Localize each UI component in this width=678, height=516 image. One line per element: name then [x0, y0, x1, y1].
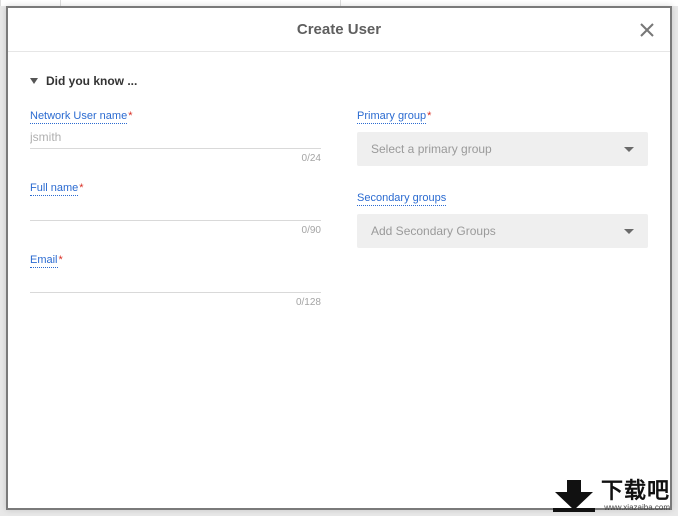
- secondary-groups-select[interactable]: Add Secondary Groups: [357, 214, 648, 248]
- left-column: Network User name* 0/24 Full name* 0/90 …: [30, 106, 321, 322]
- username-input[interactable]: [30, 124, 321, 149]
- label-secondary-groups: Secondary groups: [357, 192, 446, 206]
- did-you-know-toggle[interactable]: Did you know ...: [30, 74, 648, 88]
- username-counter: 0/24: [30, 153, 321, 164]
- create-user-modal: Create User Did you know ... Network Use…: [6, 6, 672, 510]
- chevron-down-icon: [624, 229, 634, 234]
- label-primary-group: Primary group: [357, 110, 426, 124]
- field-secondary-groups: Secondary groups Add Secondary Groups: [357, 188, 648, 248]
- email-counter: 0/128: [30, 297, 321, 308]
- close-button[interactable]: [638, 21, 656, 39]
- chevron-down-icon: [624, 147, 634, 152]
- field-primary-group: Primary group* Select a primary group: [357, 106, 648, 166]
- secondary-groups-placeholder: Add Secondary Groups: [371, 224, 496, 238]
- modal-body: Did you know ... Network User name* 0/24…: [8, 52, 670, 508]
- required-marker: *: [128, 110, 132, 122]
- chevron-down-icon: [30, 78, 38, 84]
- label-email: Email: [30, 254, 58, 268]
- label-fullname: Full name: [30, 182, 78, 196]
- required-marker: *: [427, 110, 431, 122]
- modal-header: Create User: [8, 8, 670, 52]
- required-marker: *: [59, 254, 63, 266]
- close-icon: [640, 23, 654, 37]
- modal-title: Create User: [297, 21, 381, 38]
- right-column: Primary group* Select a primary group Se…: [357, 106, 648, 322]
- fullname-counter: 0/90: [30, 225, 321, 236]
- email-input[interactable]: [30, 268, 321, 293]
- label-username: Network User name: [30, 110, 127, 124]
- did-you-know-label: Did you know ...: [46, 74, 137, 88]
- form-columns: Network User name* 0/24 Full name* 0/90 …: [30, 106, 648, 322]
- required-marker: *: [79, 182, 83, 194]
- primary-group-select[interactable]: Select a primary group: [357, 132, 648, 166]
- field-username: Network User name* 0/24: [30, 106, 321, 164]
- primary-group-placeholder: Select a primary group: [371, 142, 492, 156]
- field-email: Email* 0/128: [30, 250, 321, 308]
- fullname-input[interactable]: [30, 196, 321, 221]
- field-fullname: Full name* 0/90: [30, 178, 321, 236]
